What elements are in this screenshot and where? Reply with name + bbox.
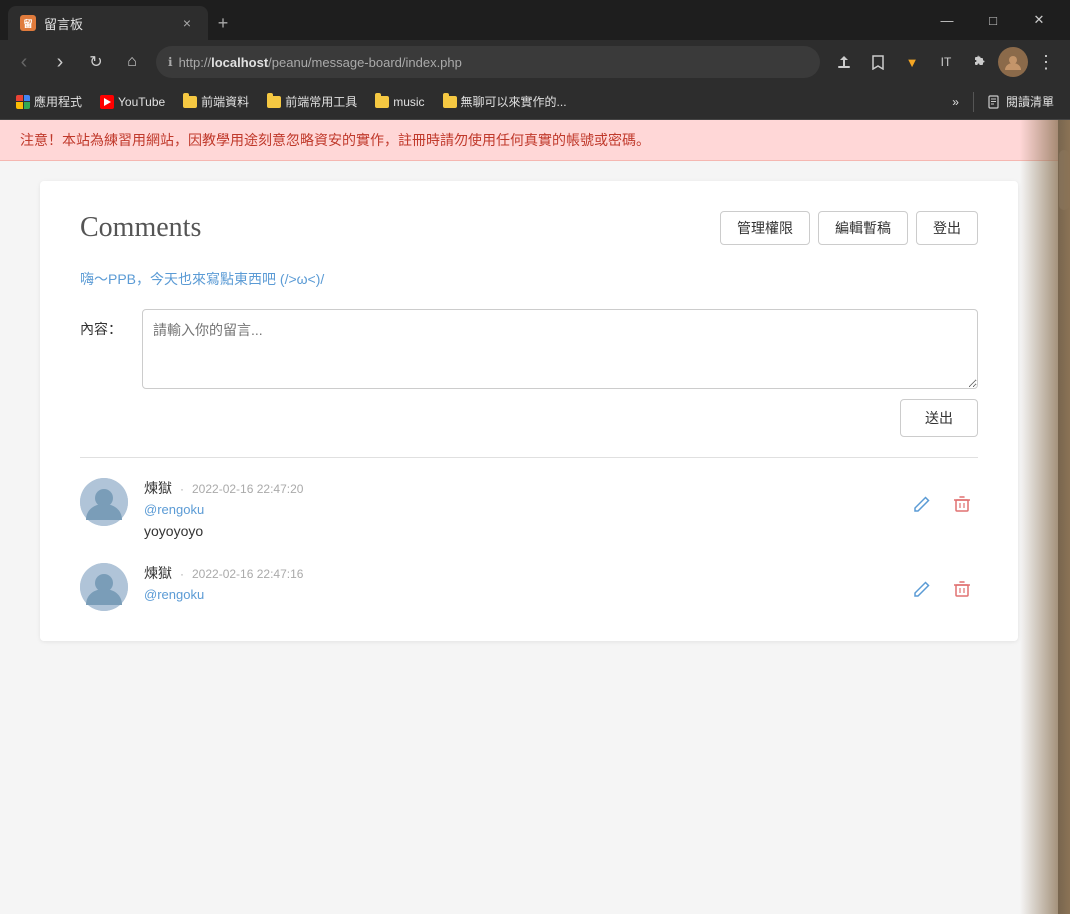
logout-button[interactable]: 登出 (916, 211, 978, 245)
separator (973, 92, 974, 112)
brave-shield-icon[interactable]: ▼ (896, 46, 928, 78)
delete-button[interactable] (946, 573, 978, 605)
comment-action-buttons (906, 563, 978, 605)
active-tab[interactable]: 留 留言板 × (8, 6, 208, 40)
avatar (80, 478, 128, 526)
tab-favicon: 留 (20, 15, 36, 31)
new-tab-button[interactable]: + (208, 6, 238, 40)
comment-textarea[interactable] (142, 309, 978, 389)
form-label: 內容： (80, 309, 130, 339)
header-buttons: 管理權限 編輯暫稿 登出 (720, 211, 978, 245)
bookmark-practice-label: 無聊可以來實作的... (461, 93, 567, 110)
comment-item: 煉獄 · 2022-02-16 22:47:20 @rengoku yoyoyo… (80, 478, 978, 539)
url-display: http://localhost/peanu/message-board/ind… (179, 55, 808, 70)
edit-button[interactable] (906, 488, 938, 520)
apps-icon (16, 95, 30, 109)
delete-button[interactable] (946, 488, 978, 520)
home-button[interactable]: ⌂ (116, 46, 148, 78)
comment-form: 內容： 送出 (80, 309, 978, 437)
share-button[interactable] (828, 46, 860, 78)
title-bar: 留 留言板 × + — □ ✕ (0, 0, 1070, 40)
submit-button[interactable]: 送出 (900, 399, 978, 437)
bookmark-frontend-data[interactable]: 前端資料 (175, 89, 257, 114)
reading-list-icon (988, 95, 1002, 109)
folder-icon (443, 96, 457, 108)
bookmarks-more-area: » 閱讀清單 (944, 89, 1062, 114)
bookmark-youtube-label: YouTube (118, 95, 165, 109)
comment-handle: @rengoku (144, 502, 890, 517)
bookmark-button[interactable] (862, 46, 894, 78)
folder-icon (267, 96, 281, 108)
comments-header: Comments 管理權限 編輯暫稿 登出 (80, 211, 978, 245)
youtube-icon (100, 95, 114, 109)
form-submit-area: 送出 (80, 399, 978, 437)
security-icon: ℹ (168, 55, 173, 69)
comment-handle: @rengoku (144, 587, 890, 602)
extensions-button[interactable] (964, 46, 996, 78)
maximize-button[interactable]: □ (970, 4, 1016, 36)
content-card: Comments 管理權限 編輯暫稿 登出 嗨～PPB，今天也來寫點東西吧 (/… (40, 181, 1018, 641)
bookmarks-overflow-button[interactable]: » (944, 91, 967, 113)
page-area: 注意！本站為練習用網站，因教學用途刻意忽略資安的實作，註冊時請勿使用任何真實的帳… (0, 120, 1070, 914)
comment-text: yoyoyoyo (144, 523, 890, 539)
admin-button[interactable]: 管理權限 (720, 211, 810, 245)
scrollbar[interactable] (1058, 120, 1070, 914)
bookmark-practice[interactable]: 無聊可以來實作的... (435, 89, 575, 114)
page-title: Comments (80, 212, 201, 244)
divider (80, 457, 978, 458)
warning-text: 注意！本站為練習用網站，因教學用途刻意忽略資安的實作，註冊時請勿使用任何真實的帳… (20, 132, 650, 148)
bookmark-apps-label: 應用程式 (34, 93, 82, 110)
tab-title: 留言板 (44, 14, 170, 33)
bookmark-music-label: music (393, 95, 424, 109)
comment-meta: 煉獄 · 2022-02-16 22:47:20 (144, 478, 890, 498)
webpage: 注意！本站為練習用網站，因教學用途刻意忽略資安的實作，註冊時請勿使用任何真實的帳… (0, 120, 1058, 914)
refresh-button[interactable]: ↻ (80, 46, 112, 78)
bookmark-frontend-data-label: 前端資料 (201, 93, 249, 110)
tab-close-button[interactable]: × (178, 14, 196, 32)
browser-window: 留 留言板 × + — □ ✕ ‹ › ↻ ⌂ ℹ htt (0, 0, 1070, 914)
bookmark-music[interactable]: music (367, 91, 432, 113)
back-button[interactable]: ‹ (8, 46, 40, 78)
main-content: Comments 管理權限 編輯暫稿 登出 嗨～PPB，今天也來寫點東西吧 (/… (0, 161, 1058, 914)
menu-button[interactable]: ⋮ (1030, 46, 1062, 78)
bookmark-frontend-tools-label: 前端常用工具 (285, 93, 357, 110)
avatar (80, 563, 128, 611)
reading-list-button[interactable]: 閱讀清單 (980, 89, 1062, 114)
minimize-button[interactable]: — (924, 4, 970, 36)
window-controls: — □ ✕ (924, 4, 1062, 36)
bookmark-frontend-tools[interactable]: 前端常用工具 (259, 89, 365, 114)
comment-action-buttons (906, 478, 978, 520)
form-row: 內容： (80, 309, 978, 389)
comment-separator: · (180, 567, 184, 581)
address-bar[interactable]: ℹ http://localhost/peanu/message-board/i… (156, 46, 820, 78)
profile-avatar[interactable] (998, 47, 1028, 77)
comment-body: 煉獄 · 2022-02-16 22:47:20 @rengoku yoyoyo… (144, 478, 890, 539)
comment-timestamp: 2022-02-16 22:47:16 (192, 567, 303, 581)
comment-timestamp: 2022-02-16 22:47:20 (192, 482, 303, 496)
welcome-text: 嗨～PPB，今天也來寫點東西吧 (/>ω<)/ (80, 269, 978, 289)
reading-list-label: 閱讀清單 (1006, 93, 1054, 110)
profile-indicator[interactable]: IT (930, 46, 962, 78)
comment-separator: · (180, 482, 184, 496)
folder-icon (183, 96, 197, 108)
warning-banner: 注意！本站為練習用網站，因教學用途刻意忽略資安的實作，註冊時請勿使用任何真實的帳… (0, 120, 1058, 161)
comment-author: 煉獄 (144, 478, 172, 498)
folder-icon (375, 96, 389, 108)
tab-bar: 留 留言板 × + (8, 0, 920, 40)
comment-meta: 煉獄 · 2022-02-16 22:47:16 (144, 563, 890, 583)
edit-draft-button[interactable]: 編輯暫稿 (818, 211, 908, 245)
comment-body: 煉獄 · 2022-02-16 22:47:16 @rengoku (144, 563, 890, 608)
bookmarks-bar: 應用程式 YouTube 前端資料 前端常用工具 music 無聊可以來實作的.… (0, 84, 1070, 120)
forward-button[interactable]: › (44, 46, 76, 78)
bookmarks-more-label: » (952, 95, 959, 109)
nav-action-buttons: ▼ IT ⋮ (828, 46, 1062, 78)
scrollbar-thumb[interactable] (1059, 150, 1069, 210)
bookmark-youtube[interactable]: YouTube (92, 91, 173, 113)
bookmark-apps[interactable]: 應用程式 (8, 89, 90, 114)
edit-button[interactable] (906, 573, 938, 605)
comment-author: 煉獄 (144, 563, 172, 583)
close-button[interactable]: ✕ (1016, 4, 1062, 36)
comment-item: 煉獄 · 2022-02-16 22:47:16 @rengoku (80, 563, 978, 611)
nav-bar: ‹ › ↻ ⌂ ℹ http://localhost/peanu/message… (0, 40, 1070, 84)
